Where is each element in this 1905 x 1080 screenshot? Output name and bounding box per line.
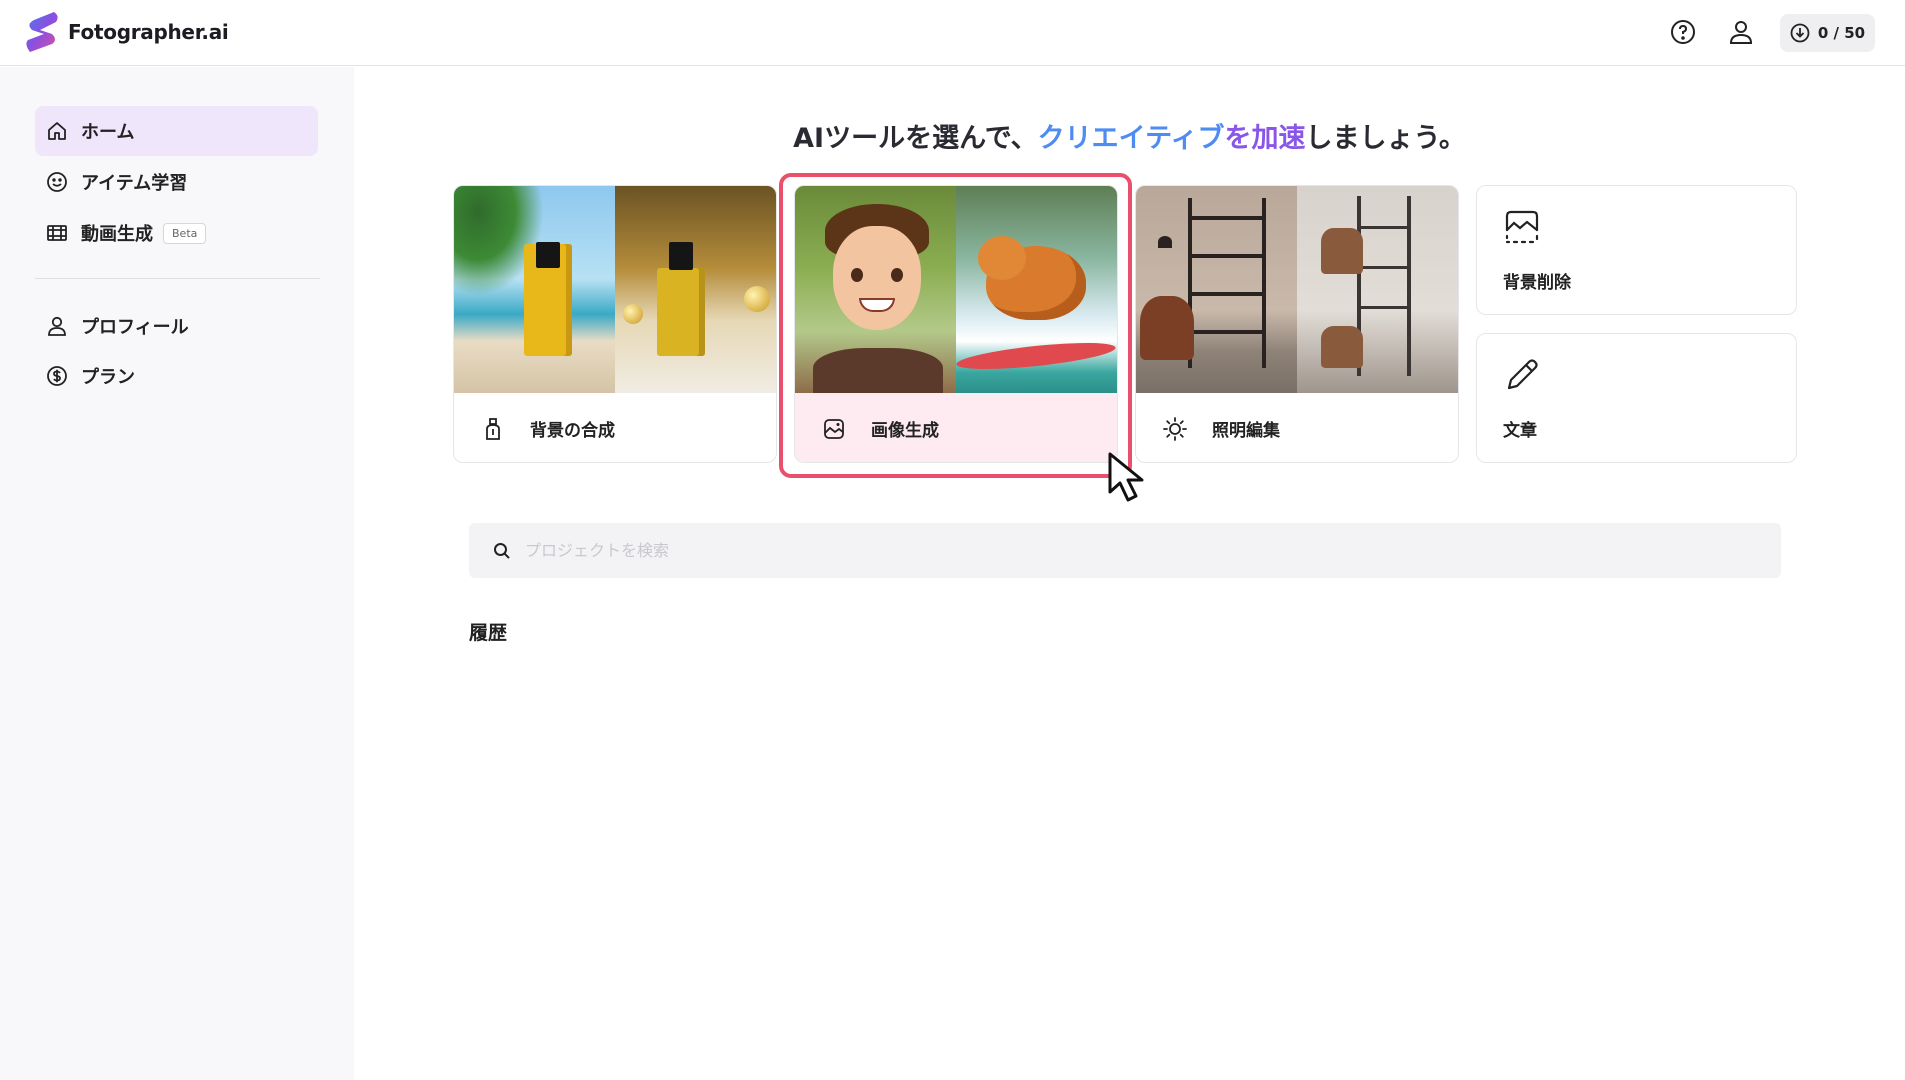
cat-surfing-image [956, 186, 1117, 393]
image-dashed-icon [1503, 208, 1541, 246]
card-preview-images [795, 186, 1117, 393]
sidebar-item-item-learning[interactable]: アイテム学習 [35, 157, 318, 207]
sidebar-item-label: 動画生成 [81, 224, 153, 245]
sun-icon [1162, 416, 1188, 442]
logo[interactable]: Fotographer.ai [24, 10, 229, 54]
marble-perfume-image [615, 186, 776, 393]
download-circle-icon [1790, 23, 1810, 43]
card-footer: 照明編集 [1136, 393, 1458, 462]
tool-card-image-generation[interactable]: 画像生成 [794, 185, 1118, 463]
search-icon [494, 542, 510, 559]
room-chair-image [1297, 186, 1458, 393]
image-sparkle-icon [821, 416, 847, 442]
history-title: 履歴 [469, 622, 508, 644]
sidebar-item-label: アイテム学習 [81, 173, 188, 194]
page-headline: AIツールを選んで、クリエイティブを加速しましょう。 [0, 116, 1905, 155]
film-icon [45, 221, 69, 245]
card-footer: 背景の合成 [454, 393, 776, 462]
card-label: 背景の合成 [530, 421, 615, 441]
sidebar-item-profile[interactable]: プロフィール [35, 301, 318, 351]
user-icon[interactable] [1726, 17, 1756, 47]
credits-counter[interactable]: 0 / 50 [1780, 14, 1875, 52]
beach-perfume-image [454, 186, 615, 393]
project-search-bar [469, 523, 1781, 578]
top-header: Fotographer.ai 0 / 50 [0, 0, 1905, 66]
tool-card-text[interactable]: 文章 [1476, 333, 1797, 463]
tool-card-background-composite[interactable]: 背景の合成 [453, 185, 777, 463]
cartoon-boy-image [795, 186, 956, 393]
search-input[interactable] [525, 541, 1725, 560]
tool-card-lighting-edit[interactable]: 照明編集 [1135, 185, 1459, 463]
sidebar-item-label: プロフィール [81, 317, 189, 338]
sidebar: ホーム アイテム学習 動画生成 Beta プロフィール プラン [0, 67, 354, 1080]
sidebar-item-video[interactable]: 動画生成 Beta [35, 208, 318, 258]
room-shelf-image [1136, 186, 1297, 393]
headline-part-b: クリエイティブ [1037, 123, 1225, 154]
smiley-icon [45, 170, 69, 194]
card-footer: 画像生成 [795, 393, 1117, 462]
mouse-cursor-icon [1108, 452, 1144, 502]
credits-value: 0 / 50 [1817, 24, 1866, 42]
card-label: 文章 [1503, 421, 1537, 441]
card-preview-images [1136, 186, 1458, 393]
sidebar-item-plan[interactable]: プラン [35, 351, 318, 401]
headline-part-c: を加速 [1224, 123, 1306, 154]
dollar-circle-icon [45, 364, 69, 388]
card-label: 背景削除 [1503, 273, 1571, 293]
help-circle-icon[interactable] [1668, 17, 1698, 47]
card-label: 照明編集 [1212, 421, 1280, 441]
sidebar-divider [35, 278, 320, 279]
beta-badge: Beta [163, 222, 207, 244]
pencil-icon [1503, 356, 1541, 394]
perfume-bottle-icon [480, 416, 506, 442]
card-preview-images [454, 186, 776, 393]
sidebar-item-label: プラン [81, 367, 135, 388]
user-icon [45, 314, 69, 338]
logo-text: Fotographer.ai [68, 20, 229, 44]
headline-part-d: しましょう。 [1305, 123, 1466, 154]
tool-card-background-removal[interactable]: 背景削除 [1476, 185, 1797, 315]
card-label: 画像生成 [871, 421, 939, 441]
headline-part-a: AIツールを選んで、 [793, 123, 1038, 154]
logo-mark-icon [26, 12, 58, 52]
